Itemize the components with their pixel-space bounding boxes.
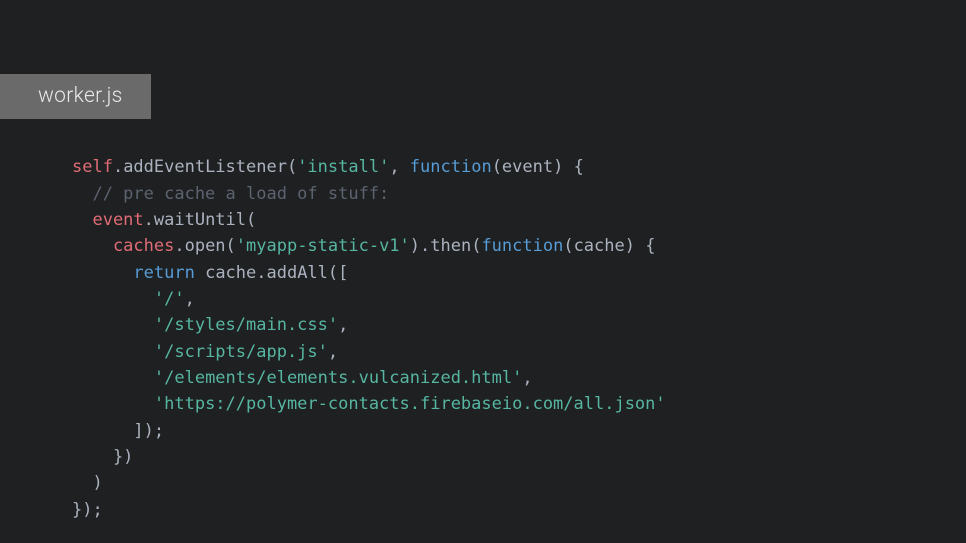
code-token: self [72,157,113,177]
code-token: (event) { [492,157,584,177]
code-token: ).then( [410,236,482,256]
code-token: 'install' [297,157,389,177]
code-token: '/scripts/app.js' [154,342,328,362]
code-token: return [133,263,194,283]
code-token [72,263,133,283]
code-token: , [185,289,195,309]
code-token: function [410,157,492,177]
file-tab[interactable]: worker.js [0,74,151,119]
code-token: cache.addAll([ [195,263,349,283]
code-token: event [72,210,144,230]
code-token: .waitUntil( [144,210,257,230]
code-token [72,394,154,414]
code-token: 'myapp-static-v1' [236,236,410,256]
code-token: .addEventListener( [113,157,297,177]
code-token: '/elements/elements.vulcanized.html' [154,368,522,388]
code-token: '/' [154,289,185,309]
code-token: function [481,236,563,256]
code-token: ]); [72,421,164,441]
code-token: '/styles/main.css' [154,315,338,335]
code-editor[interactable]: self.addEventListener('install', functio… [72,128,666,523]
code-token [72,315,154,335]
code-token: , [338,315,348,335]
code-token: , [389,157,409,177]
code-token: caches [72,236,174,256]
code-token: 'https://polymer-contacts.firebaseio.com… [154,394,666,414]
code-token [72,368,154,388]
code-token: ) [72,473,103,493]
file-tab-label: worker.js [38,84,123,108]
code-token: }); [72,500,103,520]
code-token: (cache) { [563,236,655,256]
code-token [72,289,154,309]
code-token: , [522,368,532,388]
code-token: .open( [174,236,235,256]
code-token: , [328,342,338,362]
code-token [72,342,154,362]
code-comment: // pre cache a load of stuff: [72,184,389,204]
code-token: }) [72,447,133,467]
